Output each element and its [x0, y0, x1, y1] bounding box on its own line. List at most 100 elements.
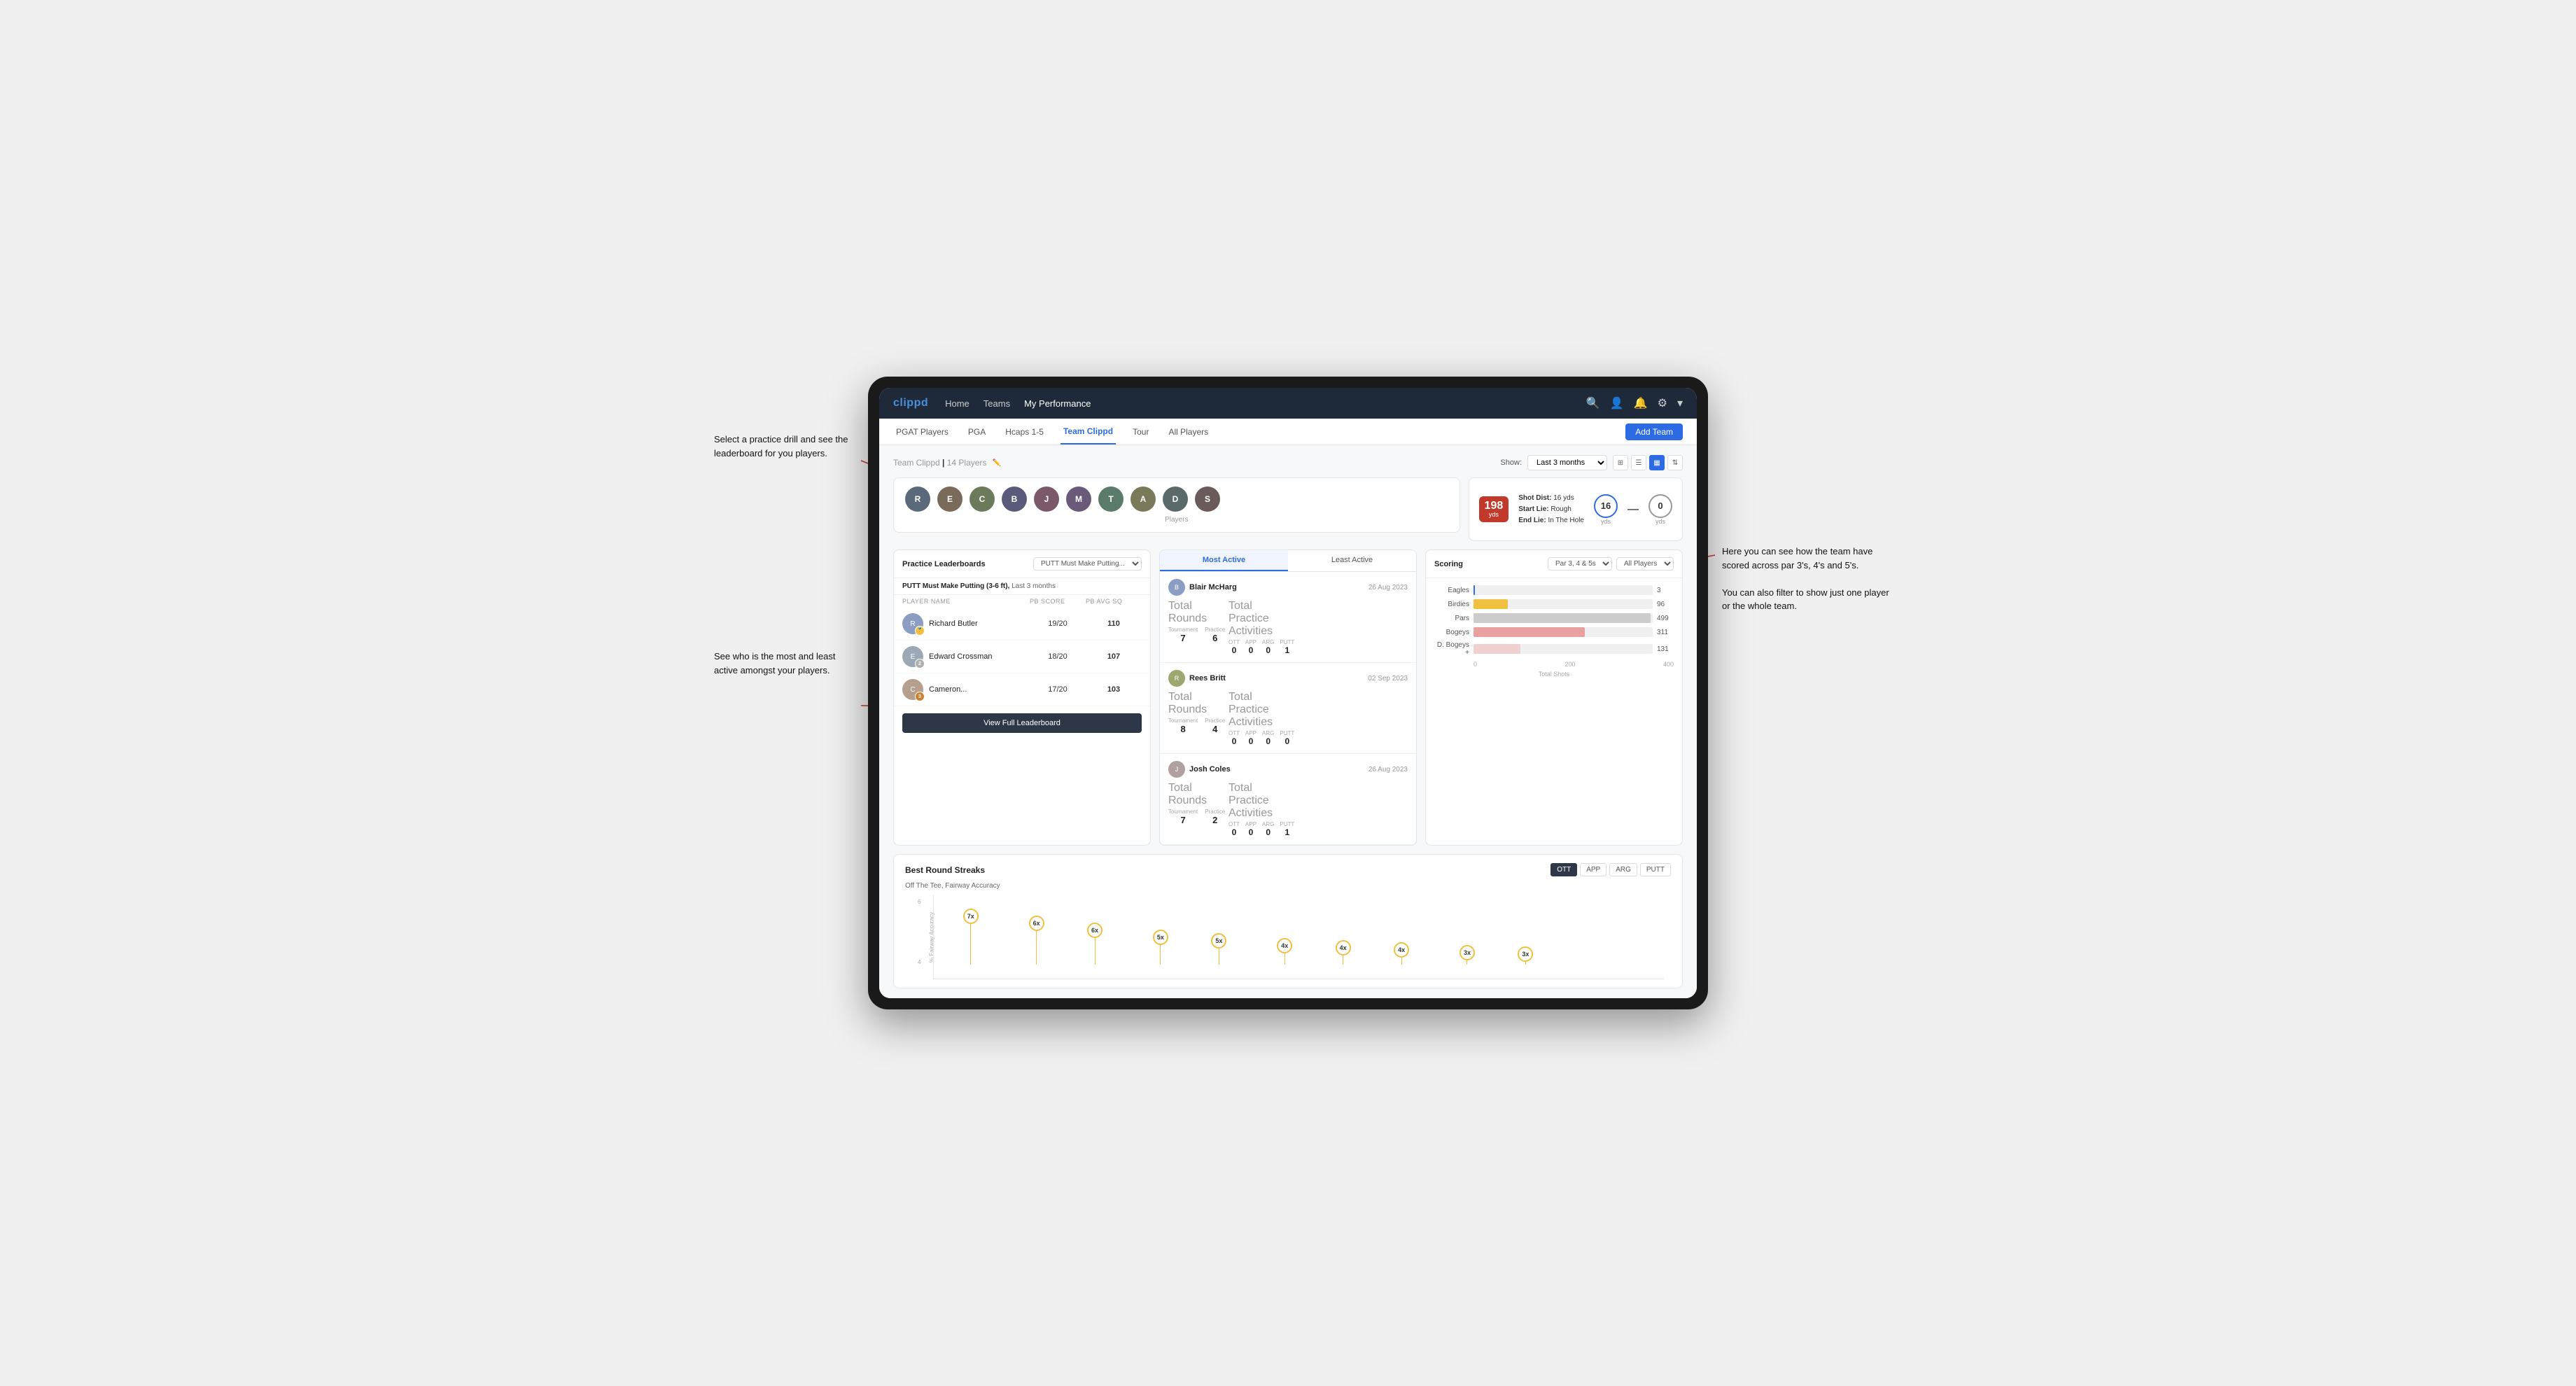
activity-rounds-group-2: Total Rounds Tournament 8 Practice: [1168, 691, 1224, 746]
leaderboard-row-1[interactable]: R 🥇 Richard Butler 19/20 110: [894, 608, 1150, 640]
person-icon[interactable]: 👤: [1610, 396, 1624, 410]
activity-card-header-2: R Rees Britt 02 Sep 2023: [1168, 670, 1408, 687]
player-avatar-2[interactable]: E: [937, 486, 962, 512]
shot-dist-value: 198: [1485, 500, 1504, 512]
streak-filter-ott[interactable]: OTT: [1550, 863, 1577, 876]
shot-dist-badge: 198 yds: [1479, 496, 1509, 522]
chart-x-labels: 0 200 400: [1434, 661, 1674, 668]
timeline-dot-3[interactable]: 6x: [1087, 923, 1102, 965]
timeline-dot-1[interactable]: 7x: [963, 909, 979, 965]
sub-nav-tour[interactable]: Tour: [1130, 419, 1152, 444]
nav-link-home[interactable]: Home: [945, 398, 969, 409]
nav-link-teams[interactable]: Teams: [983, 398, 1010, 409]
timeline-dot-circle-6: 4x: [1277, 938, 1292, 953]
add-team-button[interactable]: Add Team: [1625, 424, 1683, 440]
sub-nav-pga[interactable]: PGA: [965, 419, 988, 444]
leaderboard-period: Last 3 months: [1011, 582, 1056, 590]
tab-least-active[interactable]: Least Active: [1288, 550, 1416, 571]
edit-icon[interactable]: ✏️: [992, 459, 1000, 467]
timeline-dot-line-1: [970, 924, 971, 965]
player-avatar-6[interactable]: M: [1066, 486, 1091, 512]
timeline-dot-10[interactable]: 3x: [1518, 946, 1533, 965]
sub-nav-team-clippd[interactable]: Team Clippd: [1060, 419, 1116, 444]
streak-filter-putt[interactable]: PUTT: [1640, 863, 1671, 876]
timeline-dot-8[interactable]: 4x: [1394, 942, 1409, 965]
ott-val-3: 0: [1228, 827, 1240, 837]
chart-row-pars: Pars 499: [1434, 613, 1674, 623]
streak-filter-app[interactable]: APP: [1580, 863, 1606, 876]
streak-filter-arg[interactable]: ARG: [1609, 863, 1637, 876]
practice-leaderboards-dropdown[interactable]: PUTT Must Make Putting...: [1033, 557, 1142, 570]
timeline-dot-4[interactable]: 5x: [1153, 930, 1168, 965]
user-menu-icon[interactable]: ▾: [1677, 396, 1683, 410]
lb-player-name-3: Cameron...: [929, 685, 967, 694]
chart-bar-container-bogeys: [1474, 627, 1653, 637]
player-avatar-9[interactable]: D: [1163, 486, 1188, 512]
tournament-val-3: 7: [1168, 815, 1198, 825]
tablet-screen: clippd Home Teams My Performance 🔍 👤 🔔 ⚙…: [879, 388, 1697, 998]
practice-label-1: Practice: [1205, 626, 1225, 633]
tournament-col-2: Tournament 8: [1168, 718, 1198, 734]
chart-row-birdies: Birdies 96: [1434, 599, 1674, 609]
view-icon-chart[interactable]: ▦: [1649, 455, 1665, 470]
player-avatar-8[interactable]: A: [1130, 486, 1156, 512]
leaderboard-row-2[interactable]: E 2 Edward Crossman 18/20 107: [894, 640, 1150, 673]
ott-stat-2: OTT 0: [1228, 730, 1240, 746]
activity-date-3: 26 Aug 2023: [1368, 766, 1408, 774]
timeline-dot-5[interactable]: 5x: [1211, 933, 1226, 965]
annotation-top-right: Here you can see how the team have score…: [1722, 545, 1890, 613]
scoring-filter-par[interactable]: Par 3, 4 & 5s: [1548, 557, 1612, 570]
team-title: Team Clippd | 14 Players: [893, 458, 986, 468]
show-dropdown[interactable]: Last 3 months Last 6 months Last 12 mont…: [1527, 455, 1607, 470]
view-icon-list[interactable]: ☰: [1631, 455, 1646, 470]
view-full-leaderboard-button[interactable]: View Full Leaderboard: [902, 713, 1142, 733]
player-avatar-7[interactable]: T: [1098, 486, 1124, 512]
x-label-200: 200: [1564, 661, 1575, 668]
search-icon[interactable]: 🔍: [1586, 396, 1600, 410]
putt-stat-3: PUTT 1: [1280, 821, 1294, 837]
app-stat-2: APP 0: [1245, 730, 1256, 746]
player-avatar-4[interactable]: B: [1002, 486, 1027, 512]
view-icon-grid[interactable]: ⊞: [1613, 455, 1628, 470]
practice-val-3: 2: [1205, 815, 1225, 825]
sub-nav-hcaps[interactable]: Hcaps 1-5: [1002, 419, 1046, 444]
player-avatar-1[interactable]: R: [905, 486, 930, 512]
timeline-dot-6[interactable]: 4x: [1277, 938, 1292, 965]
timeline-dot-9[interactable]: 3x: [1460, 945, 1475, 965]
nav-link-performance[interactable]: My Performance: [1024, 398, 1091, 409]
sub-nav-right: Add Team: [1625, 424, 1683, 440]
sub-nav-all-players[interactable]: All Players: [1166, 419, 1211, 444]
activity-practice-stats-3: OTT 0 APP 0 ARG: [1228, 821, 1284, 837]
tournament-val-1: 7: [1168, 633, 1198, 643]
scoring-title: Scoring: [1434, 560, 1463, 568]
dash-separator: —: [1628, 503, 1639, 516]
app-val-3: 0: [1245, 827, 1256, 837]
tab-most-active[interactable]: Most Active: [1160, 550, 1288, 571]
player-avatar-10[interactable]: S: [1195, 486, 1220, 512]
sub-nav-pgat[interactable]: PGAT Players: [893, 419, 951, 444]
timeline-dot-2[interactable]: 6x: [1029, 916, 1044, 965]
view-icon-filter[interactable]: ⇅: [1667, 455, 1683, 470]
scoring-filter-players[interactable]: All Players: [1616, 557, 1674, 570]
activity-stats-1: Total Rounds Tournament 7 Practice: [1168, 600, 1408, 655]
app-val-1: 0: [1245, 645, 1256, 655]
bell-icon[interactable]: 🔔: [1634, 396, 1648, 410]
practice-val-1: 6: [1205, 633, 1225, 643]
putt-stat-2: PUTT 0: [1280, 730, 1294, 746]
x-label-400: 400: [1663, 661, 1674, 668]
lb-player-info-1: R 🥇 Richard Butler: [902, 613, 1030, 634]
lb-player-name-2: Edward Crossman: [929, 652, 992, 661]
leaderboard-row-3[interactable]: C 3 Cameron... 17/20 103: [894, 673, 1150, 706]
arg-val-3: 0: [1262, 827, 1274, 837]
settings-icon[interactable]: ⚙: [1658, 396, 1667, 410]
practice-col-2: Practice 4: [1205, 718, 1225, 734]
col-pb-avg: PB AVG SQ: [1086, 598, 1142, 605]
chart-row-eagles: Eagles 3: [1434, 585, 1674, 595]
chart-label-dbogeys: D. Bogeys +: [1434, 641, 1469, 657]
col-pb-score: PB SCORE: [1030, 598, 1086, 605]
player-avatar-5[interactable]: J: [1034, 486, 1059, 512]
activity-date-2: 02 Sep 2023: [1368, 675, 1408, 682]
lb-badge-gold-1: 🥇: [915, 626, 925, 636]
player-avatar-3[interactable]: C: [969, 486, 995, 512]
timeline-dot-7[interactable]: 4x: [1336, 940, 1351, 965]
